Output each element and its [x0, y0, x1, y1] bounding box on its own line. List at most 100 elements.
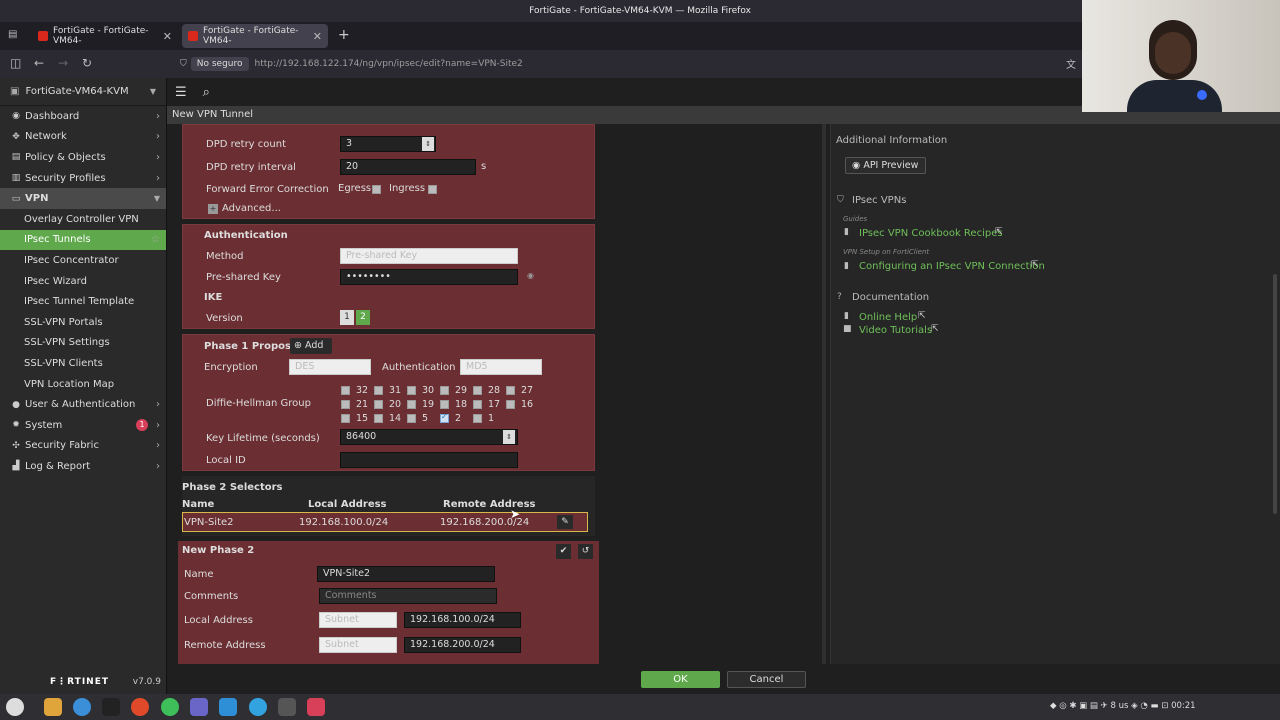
edit-pencil-icon[interactable]: ✎ [557, 515, 573, 529]
undo-icon[interactable]: ↺ [578, 544, 593, 559]
psk-input[interactable]: •••••••• [340, 269, 518, 285]
version-2-button[interactable]: 2 [356, 310, 370, 325]
tab-2[interactable]: FortiGate - FortiGate-VM64- ✕ [182, 24, 328, 48]
sidebar-item-ssl-clients[interactable]: SSL-VPN Clients [0, 353, 166, 374]
ok-button[interactable]: OK [641, 671, 720, 688]
configuring-link[interactable]: Configuring an IPsec VPN Connection [859, 261, 1045, 272]
sidebar-item-ipsec-template[interactable]: IPsec Tunnel Template [0, 291, 166, 312]
search-icon[interactable]: ⌕ [203, 85, 210, 100]
authentication-select[interactable]: MD5 [460, 359, 542, 375]
table-row[interactable]: VPN-Site2 192.168.100.0/24 192.168.200.0… [182, 512, 588, 532]
sidebar-item-security-fabric[interactable]: ✣ Security Fabric › [0, 436, 166, 457]
stepper-icon[interactable]: ⇕ [503, 430, 515, 444]
tab-list-icon[interactable]: ▤ [8, 29, 17, 40]
advanced-toggle[interactable]: Advanced... [222, 203, 281, 214]
translate-icon[interactable]: 文 [1066, 56, 1076, 71]
dpd-retry-interval-input[interactable]: 20 [340, 159, 476, 175]
cancel-button[interactable]: Cancel [727, 671, 806, 688]
local-id-input[interactable] [340, 452, 518, 468]
version-1-button[interactable]: 1 [340, 310, 354, 325]
dh-group-checkbox[interactable] [407, 386, 416, 395]
whatsapp-icon[interactable] [161, 698, 179, 716]
menu-icon[interactable]: ☰ [175, 85, 187, 100]
device-selector[interactable]: ▣ FortiGate-VM64-KVM ▼ [0, 78, 166, 106]
sidebar-item-log-report[interactable]: ▟ Log & Report › [0, 456, 166, 477]
dh-group-checkbox[interactable] [374, 400, 383, 409]
app-menu-icon[interactable] [6, 698, 24, 716]
tab-1[interactable]: FortiGate - FortiGate-VM64- ✕ [32, 24, 178, 48]
reload-icon[interactable]: ↻ [82, 56, 92, 70]
scrollbar[interactable] [822, 124, 826, 664]
dh-group-checkbox[interactable] [506, 400, 515, 409]
dh-group-checkbox[interactable] [341, 386, 350, 395]
forward-icon[interactable]: → [58, 56, 68, 70]
sidebar-item-ssl-settings[interactable]: SSL-VPN Settings [0, 333, 166, 354]
url-text[interactable]: http://192.168.122.174/ng/vpn/ipsec/edit… [255, 59, 523, 69]
terminal-icon[interactable] [102, 698, 120, 716]
dh-group-checkbox[interactable] [440, 412, 449, 423]
sidebar-item-ipsec-tunnels[interactable]: IPsec Tunnels ☆ [0, 229, 166, 251]
teams-icon[interactable] [190, 698, 208, 716]
dh-group-checkbox[interactable] [473, 386, 482, 395]
vm-manager-icon[interactable] [278, 698, 296, 716]
comments-input[interactable]: Comments [319, 588, 497, 604]
image-editor-icon[interactable] [307, 698, 325, 716]
dh-group-checkbox[interactable] [341, 414, 350, 423]
sidebar-toggle-icon[interactable]: ◫ [10, 56, 21, 70]
sidebar-item-vpn[interactable]: ▭ VPN ▼ [0, 188, 166, 209]
back-icon[interactable]: ← [34, 56, 44, 70]
close-tab-icon[interactable]: ✕ [313, 30, 322, 43]
sidebar-item-dashboard[interactable]: ◉ Dashboard › [0, 106, 166, 127]
name-input[interactable]: VPN-Site2 [317, 566, 495, 582]
scrollbar[interactable] [1273, 274, 1277, 514]
local-type-select[interactable]: Subnet [319, 612, 397, 628]
dh-group-checkbox[interactable] [473, 414, 482, 423]
dh-group-checkbox[interactable] [374, 414, 383, 423]
firefox-icon[interactable] [131, 698, 149, 716]
egress-checkbox[interactable] [372, 185, 381, 194]
dh-group-checkbox[interactable] [374, 386, 383, 395]
sidebar-item-ipsec-concentrator[interactable]: IPsec Concentrator [0, 250, 166, 271]
dh-group-checkbox[interactable] [440, 386, 449, 395]
check-circle-icon[interactable]: ✔ [556, 544, 571, 559]
dh-group-checkbox[interactable] [407, 414, 416, 423]
sidebar-item-system[interactable]: ✹ System 1 › [0, 415, 166, 436]
sidebar-item-user-auth[interactable]: ● User & Authentication › [0, 394, 166, 415]
close-tab-icon[interactable]: ✕ [163, 30, 172, 43]
sidebar-item-ssl-portals[interactable]: SSL-VPN Portals [0, 312, 166, 333]
cookbook-link[interactable]: IPsec VPN Cookbook Recipes [859, 228, 1003, 239]
expand-icon[interactable]: + [208, 204, 218, 214]
system-tray[interactable]: ◆ ◎ ✱ ▣ ▤ ✈ 8 us ◈ ◔ ▬ ⊡ 00:21 [1050, 701, 1196, 711]
files-icon[interactable] [44, 698, 62, 716]
stepper-icon[interactable]: ⇕ [422, 137, 434, 151]
sidebar-item-ipsec-wizard[interactable]: IPsec Wizard [0, 271, 166, 292]
dh-group-checkbox[interactable] [506, 386, 515, 395]
vscode-icon[interactable] [219, 698, 237, 716]
add-proposal-button[interactable]: ⊕ Add [290, 338, 332, 354]
telegram-icon[interactable] [249, 698, 267, 716]
online-help-link[interactable]: Online Help [859, 312, 917, 323]
key-lifetime-input[interactable]: 86400 [340, 429, 518, 445]
remote-type-select[interactable]: Subnet [319, 637, 397, 653]
method-select[interactable]: Pre-shared Key [340, 248, 518, 264]
video-tutorials-link[interactable]: Video Tutorials [859, 325, 932, 336]
insecure-badge[interactable]: No seguro [190, 57, 249, 71]
api-preview-button[interactable]: ◉ API Preview [845, 157, 926, 174]
star-icon[interactable]: ☆ [151, 234, 160, 245]
sidebar-item-overlay-controller[interactable]: Overlay Controller VPN [0, 209, 166, 230]
encryption-select[interactable]: DES [289, 359, 371, 375]
dh-group-checkbox[interactable] [473, 400, 482, 409]
sidebar-item-policy[interactable]: ▤ Policy & Objects › [0, 147, 166, 168]
chrome-icon[interactable] [73, 698, 91, 716]
sidebar-item-security-profiles[interactable]: ▥ Security Profiles › [0, 168, 166, 189]
new-tab-icon[interactable]: + [338, 27, 350, 43]
sidebar-item-vpn-location-map[interactable]: VPN Location Map [0, 374, 166, 395]
ingress-checkbox[interactable] [428, 185, 437, 194]
dh-group-checkbox[interactable] [440, 400, 449, 409]
local-address-input[interactable]: 192.168.100.0/24 [404, 612, 521, 628]
url-bar[interactable]: ⛉ No seguro http://192.168.122.174/ng/vp… [180, 54, 1080, 74]
dh-group-checkbox[interactable] [407, 400, 416, 409]
eye-icon[interactable]: ◉ [527, 271, 534, 280]
remote-address-input[interactable]: 192.168.200.0/24 [404, 637, 521, 653]
sidebar-item-network[interactable]: ✥ Network › [0, 127, 166, 148]
